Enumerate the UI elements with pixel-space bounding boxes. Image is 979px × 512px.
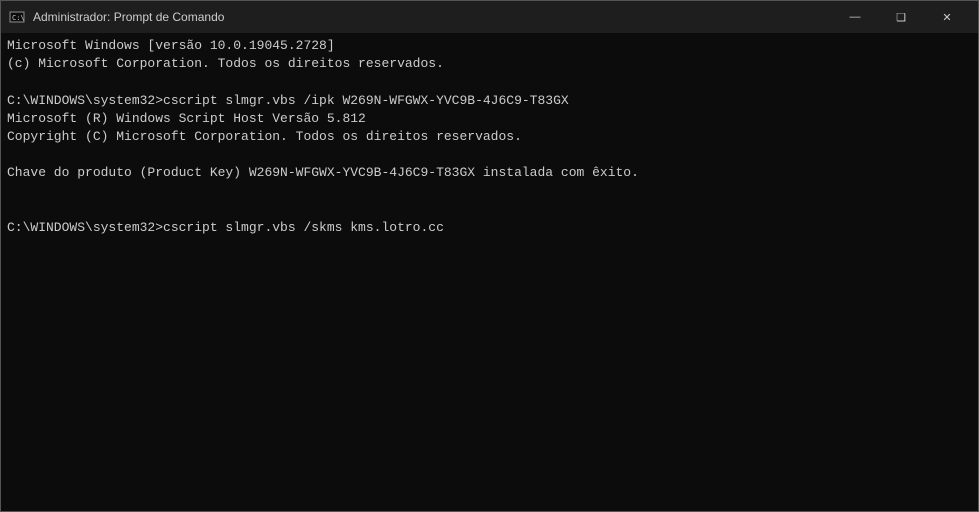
console-output[interactable]: Microsoft Windows [versão 10.0.19045.272…: [1, 33, 978, 511]
console-line: [7, 73, 972, 91]
titlebar: C:\ Administrador: Prompt de Comando — ❑…: [1, 1, 978, 33]
console-line: [7, 146, 972, 164]
cmd-window: C:\ Administrador: Prompt de Comando — ❑…: [0, 0, 979, 512]
maximize-button[interactable]: ❑: [878, 1, 924, 33]
console-line: C:\WINDOWS\system32>cscript slmgr.vbs /s…: [7, 219, 972, 237]
console-line: Microsoft (R) Windows Script Host Versão…: [7, 110, 972, 128]
svg-text:C:\: C:\: [12, 14, 25, 22]
console-line: Chave do produto (Product Key) W269N-WFG…: [7, 164, 972, 182]
console-line: [7, 201, 972, 219]
close-button[interactable]: ✕: [924, 1, 970, 33]
console-line: [7, 183, 972, 201]
console-line: Copyright (C) Microsoft Corporation. Tod…: [7, 128, 972, 146]
window-controls: — ❑ ✕: [832, 1, 970, 33]
console-line: C:\WINDOWS\system32>cscript slmgr.vbs /i…: [7, 92, 972, 110]
window-icon: C:\: [9, 9, 25, 25]
minimize-button[interactable]: —: [832, 1, 878, 33]
console-line: Microsoft Windows [versão 10.0.19045.272…: [7, 37, 972, 55]
console-line: (c) Microsoft Corporation. Todos os dire…: [7, 55, 972, 73]
window-title: Administrador: Prompt de Comando: [33, 10, 832, 24]
